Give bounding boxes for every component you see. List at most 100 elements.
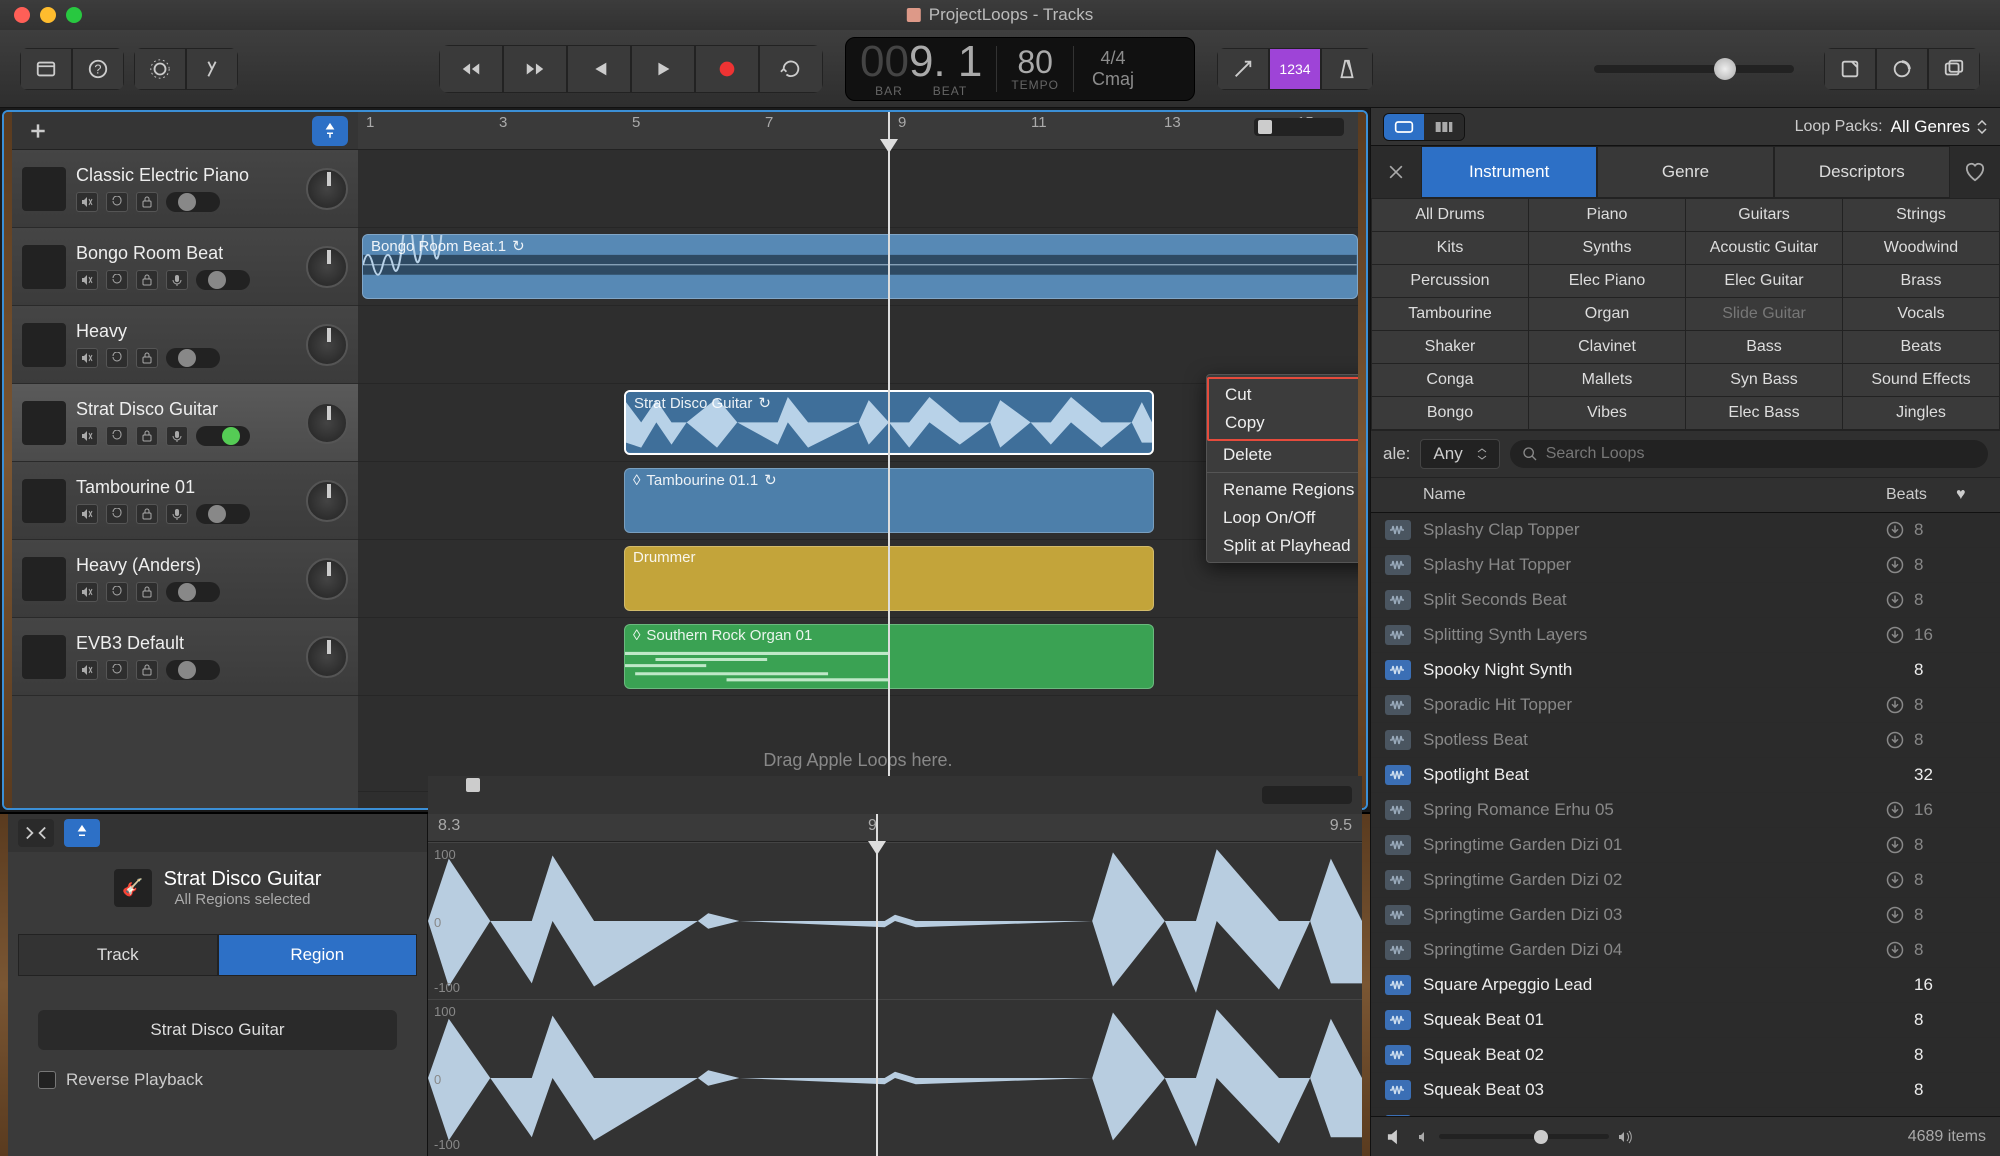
track-lane[interactable] bbox=[358, 150, 1358, 228]
favorites-button[interactable] bbox=[1950, 146, 2000, 198]
track-lane[interactable] bbox=[358, 306, 1358, 384]
tab-descriptors[interactable]: Descriptors bbox=[1774, 146, 1950, 198]
lock-button[interactable] bbox=[136, 192, 158, 212]
close-icon[interactable] bbox=[14, 7, 30, 23]
lock-button[interactable] bbox=[136, 504, 158, 524]
loop-row[interactable]: Squeak Beat 01 8 bbox=[1371, 1003, 2000, 1038]
menu-rename[interactable]: Rename Regions⇧N bbox=[1207, 476, 1358, 504]
play-button[interactable] bbox=[631, 45, 695, 93]
audio-region[interactable]: Bongo Room Beat.1↻ bbox=[362, 234, 1358, 299]
pan-knob[interactable] bbox=[306, 168, 348, 210]
category-cell[interactable]: Slide Guitar bbox=[1686, 298, 1842, 330]
category-cell[interactable]: Bass bbox=[1686, 331, 1842, 363]
solo-button[interactable] bbox=[106, 270, 128, 290]
track-volume-slider[interactable] bbox=[196, 270, 250, 290]
category-cell[interactable]: Bongo bbox=[1372, 397, 1528, 429]
category-cell[interactable]: Elec Piano bbox=[1529, 265, 1685, 297]
category-cell[interactable]: Clavinet bbox=[1529, 331, 1685, 363]
speaker-icon[interactable] bbox=[1385, 1128, 1407, 1146]
pan-knob[interactable] bbox=[306, 480, 348, 522]
record-button[interactable] bbox=[695, 45, 759, 93]
editor-filter-button[interactable] bbox=[64, 819, 100, 847]
track-header[interactable]: Bongo Room Beat bbox=[12, 228, 358, 306]
download-icon[interactable] bbox=[1886, 626, 1914, 644]
editor-ruler[interactable]: 8.3 9 9.5 bbox=[428, 814, 1362, 842]
category-cell[interactable]: Conga bbox=[1372, 364, 1528, 396]
category-cell[interactable]: Brass bbox=[1843, 265, 1999, 297]
loop-row[interactable]: Splashy Clap Topper 8 bbox=[1371, 513, 2000, 548]
rewind-button[interactable] bbox=[439, 45, 503, 93]
loop-row[interactable]: Springtime Garden Dizi 03 8 bbox=[1371, 898, 2000, 933]
solo-button[interactable] bbox=[106, 582, 128, 602]
category-cell[interactable]: Beats bbox=[1843, 331, 1999, 363]
loop-row[interactable]: Squeaky Dub Break 32 bbox=[1371, 1108, 2000, 1116]
category-cell[interactable]: Guitars bbox=[1686, 199, 1842, 231]
view-mode-segment[interactable] bbox=[1383, 113, 1465, 141]
loop-row[interactable]: Spring Romance Erhu 05 16 bbox=[1371, 793, 2000, 828]
playhead[interactable] bbox=[888, 112, 890, 808]
track-header[interactable]: EVB3 Default bbox=[12, 618, 358, 696]
loop-row[interactable]: Splashy Hat Topper 8 bbox=[1371, 548, 2000, 583]
minimize-icon[interactable] bbox=[40, 7, 56, 23]
category-cell[interactable]: Kits bbox=[1372, 232, 1528, 264]
search-input[interactable]: Search Loops bbox=[1510, 440, 1988, 468]
category-cell[interactable]: Organ bbox=[1529, 298, 1685, 330]
category-cell[interactable]: Syn Bass bbox=[1686, 364, 1842, 396]
download-icon[interactable] bbox=[1886, 906, 1914, 924]
cycle-button[interactable] bbox=[759, 45, 823, 93]
region-name-field[interactable]: Strat Disco Guitar bbox=[38, 1010, 397, 1050]
category-cell[interactable]: Shaker bbox=[1372, 331, 1528, 363]
forward-button[interactable] bbox=[503, 45, 567, 93]
solo-button[interactable] bbox=[106, 348, 128, 368]
input-monitor-button[interactable] bbox=[166, 270, 188, 290]
lcd-display[interactable]: 009. 1 BAR BEAT 80 TEMPO 4/4 Cmaj bbox=[845, 37, 1195, 101]
media-browser-button[interactable] bbox=[1928, 48, 1980, 90]
tempo-value[interactable]: 80 bbox=[1017, 46, 1053, 78]
count-in-button[interactable]: 1234 bbox=[1269, 48, 1321, 90]
bar-ruler[interactable]: 13579111315 bbox=[358, 112, 1358, 150]
master-track-button[interactable] bbox=[1217, 48, 1269, 90]
notepad-button[interactable] bbox=[1824, 48, 1876, 90]
scale-select[interactable]: Any bbox=[1420, 439, 1499, 469]
menu-split[interactable]: Split at Playhead⌘T bbox=[1207, 532, 1358, 560]
time-signature[interactable]: 4/4 bbox=[1101, 48, 1126, 69]
category-cell[interactable]: Jingles bbox=[1843, 397, 1999, 429]
input-monitor-button[interactable] bbox=[166, 426, 188, 446]
audio-editor[interactable]: 8.3 9 9.5 100 0 -100 100 0 -100 bbox=[428, 814, 1362, 1156]
menu-loop[interactable]: Loop On/OffL bbox=[1207, 504, 1358, 532]
metronome-button[interactable] bbox=[1321, 48, 1373, 90]
pan-knob[interactable] bbox=[306, 636, 348, 678]
tab-track[interactable]: Track bbox=[18, 934, 218, 976]
column-view-icon[interactable] bbox=[1424, 114, 1464, 140]
key-signature[interactable]: Cmaj bbox=[1092, 69, 1134, 90]
go-to-beginning-button[interactable] bbox=[567, 45, 631, 93]
solo-button[interactable] bbox=[106, 660, 128, 680]
category-cell[interactable]: Acoustic Guitar bbox=[1686, 232, 1842, 264]
col-favorite-icon[interactable]: ♥ bbox=[1956, 486, 1986, 504]
menu-cut[interactable]: Cut⌘X bbox=[1209, 381, 1358, 409]
pan-knob[interactable] bbox=[306, 324, 348, 366]
menu-delete[interactable]: Delete bbox=[1207, 441, 1358, 469]
loop-list[interactable]: Splashy Clap Topper 8 Splashy Hat Topper… bbox=[1371, 513, 2000, 1116]
download-icon[interactable] bbox=[1886, 941, 1914, 959]
category-cell[interactable]: All Drums bbox=[1372, 199, 1528, 231]
track-volume-slider[interactable] bbox=[166, 348, 220, 368]
category-cell[interactable]: Vibes bbox=[1529, 397, 1685, 429]
track-lane[interactable]: Bongo Room Beat.1↻ bbox=[358, 228, 1358, 306]
category-cell[interactable]: Sound Effects bbox=[1843, 364, 1999, 396]
loop-row[interactable]: Splitting Synth Layers 16 bbox=[1371, 618, 2000, 653]
download-icon[interactable] bbox=[1886, 801, 1914, 819]
solo-button[interactable] bbox=[106, 192, 128, 212]
category-cell[interactable]: Percussion bbox=[1372, 265, 1528, 297]
download-icon[interactable] bbox=[1886, 871, 1914, 889]
loop-row[interactable]: Squeak Beat 02 8 bbox=[1371, 1038, 2000, 1073]
category-cell[interactable]: Vocals bbox=[1843, 298, 1999, 330]
loop-row[interactable]: Split Seconds Beat 8 bbox=[1371, 583, 2000, 618]
loop-row[interactable]: Square Arpeggio Lead 16 bbox=[1371, 968, 2000, 1003]
track-header[interactable]: Tambourine 01 bbox=[12, 462, 358, 540]
track-volume-slider[interactable] bbox=[166, 192, 220, 212]
track-volume-slider[interactable] bbox=[166, 582, 220, 602]
mute-button[interactable] bbox=[76, 660, 98, 680]
timeline[interactable]: 13579111315 Bongo Room Beat.1↻ Strat Dis… bbox=[358, 112, 1358, 808]
loop-row[interactable]: Spotless Beat 8 bbox=[1371, 723, 2000, 758]
